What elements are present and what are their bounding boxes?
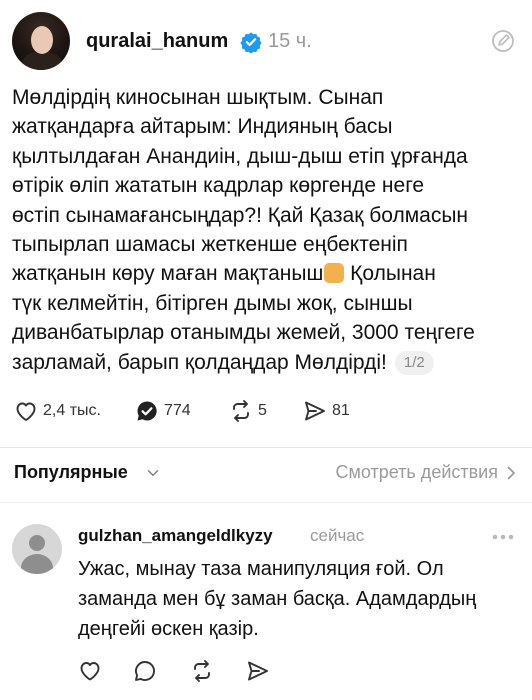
reply-body: Ужас, мынау таза манипуляция ғой. Ол зам… [78, 554, 522, 644]
comment-button[interactable]: 774 [135, 398, 191, 424]
comment-filled-icon [137, 401, 157, 421]
reply-actions [78, 659, 278, 683]
edit-icon[interactable] [490, 28, 516, 54]
likes-count: 2,4 тыс. [43, 402, 101, 419]
post-line: жатқандарға айтарым: Индияның басы [12, 115, 393, 139]
pager-badge[interactable]: 1/2 [394, 350, 434, 375]
chevron-down-icon[interactable] [146, 466, 160, 480]
repost-button[interactable]: 5 [229, 398, 267, 424]
author-avatar[interactable] [12, 12, 70, 70]
post-timestamp: 15 ч. [268, 30, 312, 52]
post-line: Мөлдірдің киносынан шықтым. Сынап [12, 86, 384, 109]
send-icon[interactable] [246, 659, 270, 683]
reply-line: Ужас, мынау таза манипуляция ғой. Ол [78, 558, 444, 580]
post-body: Мөлдірдің киносынан шықтым. Сынап жатқан… [12, 83, 520, 377]
divider [0, 502, 532, 503]
sort-dropdown[interactable]: Популярные [14, 462, 128, 483]
more-options-icon[interactable] [490, 532, 516, 542]
heart-icon [16, 402, 36, 421]
repost-icon[interactable] [190, 659, 214, 683]
post-line: зарламай, барып қолдаңдар Мөлдірді! 1/2 [12, 348, 520, 377]
comment-icon[interactable] [133, 659, 157, 683]
post-line: өтірік өліп жататын кадрлар көргенде нег… [12, 174, 425, 198]
chevron-right-icon[interactable] [504, 465, 518, 481]
post-line-tail: Қолынан [350, 262, 436, 286]
send-icon [305, 401, 325, 421]
post-stats: 2,4 тыс. 774 5 81 [14, 398, 520, 424]
comments-count: 774 [164, 402, 191, 419]
post-header: quralai_hanum 15 ч. [12, 12, 520, 70]
author-username[interactable]: quralai_hanum [86, 30, 228, 53]
like-button[interactable]: 2,4 тыс. [14, 398, 101, 424]
flexed-biceps-emoji-icon [324, 263, 345, 284]
view-activity-link[interactable]: Смотреть действия [336, 462, 498, 483]
divider [0, 447, 532, 448]
post-line: қылтылдаған Анандиін, дыш-дыш етіп ұрған… [12, 144, 468, 168]
post-line: түк келмейтін, бітірген дымы жоқ, сыншы [12, 291, 413, 315]
sort-row: Популярные Смотреть действия [14, 460, 518, 486]
post-line: өстіп сынамағансыңдар?! Қай Қазақ болмас… [12, 203, 469, 227]
verified-badge-icon [240, 32, 262, 53]
reply-line: деңгейі өскен қазір. [78, 618, 259, 640]
post-line: тыпырлап шамасы жеткенше еңбектеніп [12, 233, 408, 257]
post-line-text: зарламай, барып қолдаңдар Мөлдірді! [12, 350, 387, 374]
reply-line: заманда мен бұ заман басқа. Адамдардың [78, 588, 477, 610]
reply-avatar[interactable] [12, 524, 62, 574]
reply-username[interactable]: gulzhan_amangeldlkyzy [78, 526, 273, 546]
reply-timestamp: сейчас [310, 526, 365, 545]
repost-icon [233, 400, 249, 422]
post-line: диванбатырлар отанымды жемей, 3000 теңге… [12, 321, 475, 345]
heart-icon[interactable] [78, 659, 102, 683]
shares-count: 81 [332, 402, 350, 419]
post-line-text: жатқанын көру маған мақтаныш [12, 262, 324, 286]
share-button[interactable]: 81 [303, 398, 350, 424]
reposts-count: 5 [258, 402, 267, 419]
reply-item: gulzhan_amangeldlkyzy сейчас Ужас, мынау… [12, 520, 520, 690]
post-line: жатқанын көру маған мақтаныш Қолынан [12, 259, 520, 288]
